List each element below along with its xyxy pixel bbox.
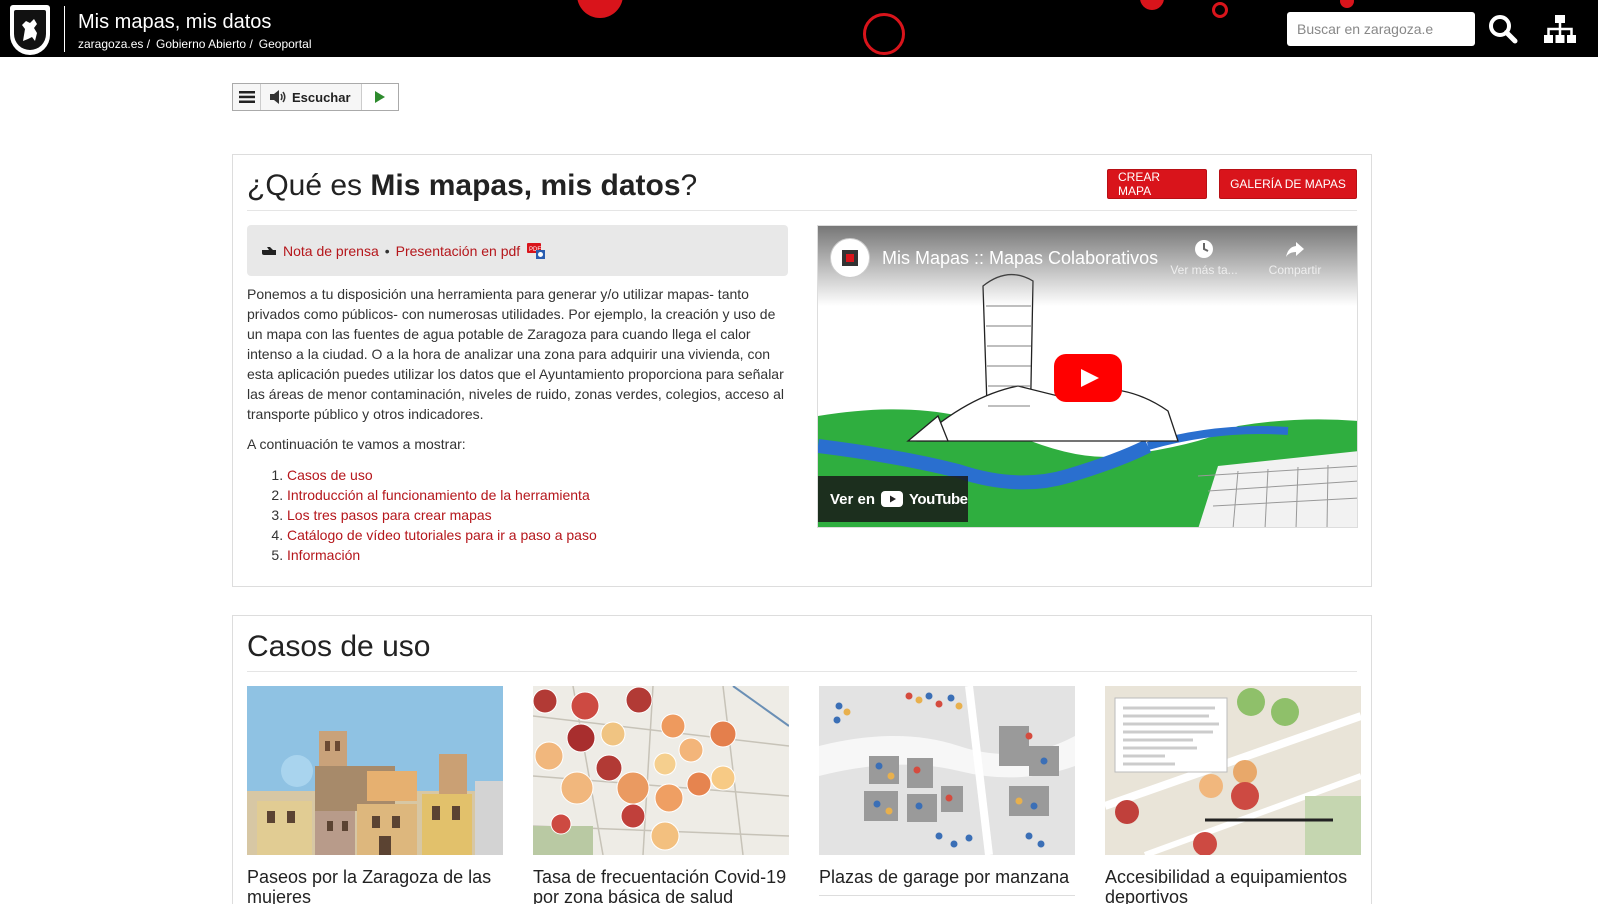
video-title[interactable]: Mis Mapas :: Mapas Colaborativos: [882, 248, 1158, 269]
watch-later-button[interactable]: Ver más ta...: [1164, 238, 1244, 277]
galeria-mapas-button[interactable]: GALERÍA DE MAPAS: [1219, 169, 1357, 199]
top-header-bar: Mis mapas, mis datos zaragoza.es / Gobie…: [0, 0, 1598, 57]
search-input[interactable]: [1287, 12, 1475, 46]
press-note-box: Nota de prensa • Presentación en pdf PDF: [247, 225, 788, 276]
zaragoza-logo[interactable]: [10, 5, 50, 55]
section-title: Casos de uso: [247, 630, 431, 663]
contents-list: Casos de uso Introducción al funcionamie…: [287, 465, 597, 565]
garage-map-thumbnail: [819, 686, 1075, 855]
nota-de-prensa-link[interactable]: Nota de prensa: [283, 243, 379, 259]
search-icon[interactable]: [1485, 11, 1521, 47]
youtube-video-embed[interactable]: Mis Mapas :: Mapas Colaborativos Ver más…: [817, 225, 1358, 528]
watch-later-label: Ver más ta...: [1170, 263, 1238, 277]
breadcrumb: zaragoza.es / Gobierno Abierto / Geoport…: [78, 37, 317, 51]
decorative-ring: [1212, 2, 1228, 18]
card-divider: [819, 895, 1075, 896]
sitemap-icon[interactable]: [1541, 12, 1579, 46]
pointing-hand-icon: [262, 246, 276, 255]
share-button[interactable]: Compartir: [1255, 238, 1335, 277]
breadcrumb-zaragoza[interactable]: zaragoza.es /: [78, 37, 150, 51]
case-title[interactable]: Paseos por la Zaragoza de las mujeres: [247, 867, 503, 904]
lion-shield-icon: [14, 10, 46, 50]
decorative-circle: [577, 0, 623, 18]
informacion-link[interactable]: Información: [287, 547, 360, 563]
catalogo-videos-link[interactable]: Catálogo de vídeo tutoriales para ir a p…: [287, 527, 597, 543]
intro-panel: ¿Qué es Mis mapas, mis datos? CREAR MAPA…: [232, 154, 1372, 587]
play-triangle-icon: [1081, 369, 1099, 387]
channel-avatar[interactable]: [830, 238, 870, 278]
divider: [247, 210, 1357, 211]
list-item: Introducción al funcionamiento de la her…: [287, 485, 597, 505]
share-label: Compartir: [1268, 263, 1322, 277]
case-thumbnail[interactable]: [1105, 686, 1361, 855]
case-thumbnail[interactable]: [533, 686, 789, 855]
decorative-ring: [863, 13, 905, 55]
case-card[interactable]: Accesibilidad a equipamientos deportivos: [1105, 686, 1361, 904]
sports-map-thumbnail: [1105, 686, 1361, 855]
share-arrow-icon: [1286, 242, 1304, 257]
casos-de-uso-link[interactable]: Casos de uso: [287, 467, 373, 483]
city-illustration: [247, 686, 503, 855]
readspeaker-widget: Escuchar: [232, 83, 399, 111]
pdf-icon: PDF: [526, 242, 548, 260]
header-divider: [64, 6, 65, 52]
note-separator: •: [384, 242, 390, 259]
list-item: Casos de uso: [287, 465, 597, 485]
clock-icon: [1195, 240, 1213, 258]
case-title[interactable]: Plazas de garage por manzana: [819, 867, 1075, 887]
youtube-play-button[interactable]: [1054, 354, 1122, 402]
presentacion-pdf-link[interactable]: Presentación en pdf: [396, 243, 521, 259]
decorative-circle: [1140, 0, 1164, 10]
watch-on-label: Ver en: [830, 490, 876, 508]
tres-pasos-link[interactable]: Los tres pasos para crear mapas: [287, 507, 492, 523]
introduccion-link[interactable]: Introducción al funcionamiento de la her…: [287, 487, 590, 503]
youtube-wordmark: YouTube: [909, 490, 968, 508]
crear-mapa-button[interactable]: CREAR MAPA: [1107, 169, 1207, 199]
watch-on-youtube-button[interactable]: Ver en YouTube: [818, 476, 968, 522]
covid-map-thumbnail: [533, 686, 789, 855]
case-title[interactable]: Tasa de frecuentación Covid-19 por zona …: [533, 867, 789, 904]
list-item: Los tres pasos para crear mapas: [287, 505, 597, 525]
listen-button[interactable]: Escuchar: [261, 84, 362, 110]
site-title[interactable]: Mis mapas, mis datos: [78, 11, 271, 34]
case-thumbnail[interactable]: [247, 686, 503, 855]
menu-icon[interactable]: [233, 84, 261, 110]
breadcrumb-geoportal[interactable]: Geoportal: [259, 37, 312, 51]
case-card[interactable]: Paseos por la Zaragoza de las mujeres: [247, 686, 503, 904]
speaker-icon: [270, 90, 286, 104]
intro-paragraph: Ponemos a tu disposición una herramienta…: [247, 286, 784, 422]
case-card[interactable]: Tasa de frecuentación Covid-19 por zona …: [533, 686, 789, 904]
divider: [247, 671, 1357, 672]
listen-label: Escuchar: [292, 89, 351, 105]
list-item: Catálogo de vídeo tutoriales para ir a p…: [287, 525, 597, 545]
casos-de-uso-panel: Casos de uso Paseos por la Zaragoza de l…: [232, 615, 1372, 904]
list-item: Información: [287, 545, 597, 565]
youtube-logo-icon: [881, 491, 904, 507]
case-thumbnail[interactable]: [819, 686, 1075, 855]
decorative-circle: [1340, 0, 1354, 8]
breadcrumb-gobierno-abierto[interactable]: Gobierno Abierto /: [156, 37, 253, 51]
play-icon[interactable]: [362, 84, 398, 110]
case-title[interactable]: Accesibilidad a equipamientos deportivos: [1105, 867, 1361, 904]
case-card[interactable]: Plazas de garage por manzana: [819, 686, 1075, 896]
continue-text: A continuación te vamos a mostrar:: [247, 436, 466, 452]
page-title: ¿Qué es Mis mapas, mis datos?: [247, 169, 698, 202]
